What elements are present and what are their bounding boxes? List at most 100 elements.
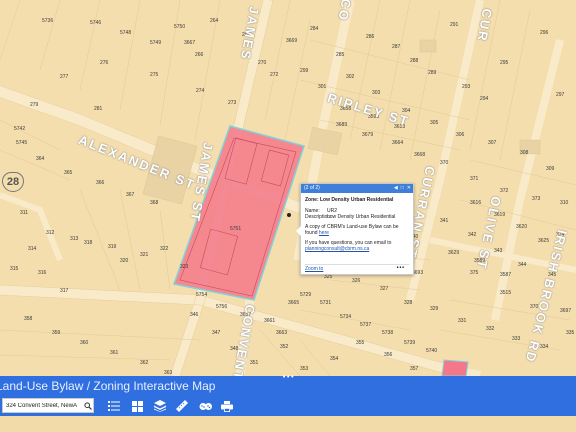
- lot-number-label: 5736: [42, 18, 54, 24]
- lot-number-label: 3679: [362, 132, 374, 138]
- lot-number-label: 286: [366, 34, 375, 40]
- zone-info-popup[interactable]: (2 of 2) ◀ □ ✕ Zone: Low Density Urban R…: [296, 183, 414, 275]
- lot-number-label: 346: [190, 312, 199, 318]
- more-actions-button[interactable]: •••: [397, 265, 405, 271]
- lot-number-label: 353: [300, 366, 309, 372]
- list-icon[interactable]: [107, 399, 121, 413]
- lot-number-label: 343: [494, 248, 503, 254]
- lot-number-label: 279: [30, 102, 39, 108]
- lot-number-label: 270: [258, 60, 267, 66]
- lot-number-label: 294: [480, 96, 489, 102]
- lot-number-label: 306: [456, 132, 465, 138]
- close-icon[interactable]: ✕: [407, 184, 411, 193]
- lot-number-label: 309: [546, 166, 555, 172]
- print-friends-icon[interactable]: [198, 399, 212, 413]
- map-view[interactable]: 5736 264 268 266 270 272 273 274 275 276 277 279 281…: [0, 0, 576, 376]
- lot-number-label: 276: [100, 60, 109, 66]
- lot-number-label: 5745: [16, 140, 28, 146]
- lot-number-label: 356: [384, 352, 393, 358]
- lot-number-label: 3669: [286, 38, 298, 44]
- lot-number-label: 3663: [276, 330, 288, 336]
- lot-number-label: 308: [520, 150, 529, 156]
- map-canvas[interactable]: [0, 0, 576, 376]
- search-box: [2, 398, 94, 413]
- search-icon[interactable]: [82, 399, 93, 412]
- lot-number-label: 354: [330, 356, 339, 362]
- measure-icon[interactable]: [175, 399, 189, 413]
- lot-number-label: 320: [120, 258, 129, 264]
- attribute-row-description: Description: Low Density Urban Residenti…: [305, 214, 409, 220]
- lot-number-label: 372: [500, 188, 509, 194]
- lot-number-label: 331: [458, 318, 467, 324]
- bylaw-link[interactable]: here: [319, 230, 329, 236]
- lot-number-label: 364: [36, 156, 45, 162]
- email-link[interactable]: planningconsult@cbrm.ns.ca: [305, 246, 369, 252]
- panel-grip-handle[interactable]: •••: [282, 374, 294, 381]
- lot-number-label: 5749: [150, 40, 162, 46]
- layers-icon[interactable]: [153, 399, 167, 413]
- lot-number-label: 303: [372, 90, 381, 96]
- lot-number-label: 375: [470, 270, 479, 276]
- lot-number-label: 273: [228, 100, 237, 106]
- lot-number-label: 3697: [560, 308, 572, 314]
- lot-number-label: 370: [440, 160, 449, 166]
- lot-number-label: 366: [96, 180, 105, 186]
- lot-number-label: 365: [64, 170, 73, 176]
- lot-number-label: 5740: [426, 348, 438, 354]
- bylaw-note: A copy of CBRM's Land-use Bylaw can be f…: [305, 224, 409, 236]
- lot-number-label: 327: [380, 286, 389, 292]
- lot-number-label: 3625: [538, 238, 550, 244]
- lot-number-label: 287: [392, 44, 401, 50]
- lot-number-label: 342: [468, 232, 477, 238]
- lot-number-label: 293: [462, 84, 471, 90]
- maximize-icon[interactable]: □: [401, 184, 404, 193]
- questions-note: If you have questions, you can email to …: [305, 240, 409, 252]
- lot-number-label: 3668: [414, 152, 426, 158]
- lot-number-label: 288: [410, 58, 419, 64]
- lot-number-label: 329: [430, 306, 439, 312]
- lot-number-label: 312: [46, 230, 55, 236]
- lot-number-label: 277: [60, 74, 69, 80]
- attribute-value: Low Density Urban Residential: [327, 214, 396, 220]
- lot-number-label: 333: [512, 336, 521, 342]
- popup-counter: (2 of 2): [304, 185, 320, 191]
- lot-number-label: 313: [70, 236, 79, 242]
- attribute-key: Description:: [305, 214, 332, 220]
- lot-number-label: 318: [84, 240, 93, 246]
- lot-number-label: 5731: [320, 300, 332, 306]
- lot-number-label: 357: [410, 366, 419, 372]
- basemap-gallery-icon[interactable]: [130, 399, 144, 413]
- lot-number-label: 307: [488, 140, 497, 146]
- lot-number-label: 341: [440, 218, 449, 224]
- lot-number-label: 5754: [196, 292, 208, 298]
- lot-number-label: 5746: [90, 20, 102, 26]
- lot-number-label: 351: [250, 360, 259, 366]
- lot-number-label: 335: [566, 330, 575, 336]
- lot-number-label: 296: [540, 30, 549, 36]
- lot-number-label: 316: [38, 270, 47, 276]
- lot-number-label: 302: [346, 74, 355, 80]
- lot-number-label: 5751: [230, 226, 242, 232]
- lot-number-label: 328: [404, 300, 413, 306]
- lot-number-label: 371: [470, 176, 479, 182]
- address-search-input[interactable]: [3, 402, 82, 409]
- lot-number-label: 362: [140, 360, 149, 366]
- lot-number-label: 373: [532, 196, 541, 202]
- lot-number-label: 319: [108, 244, 117, 250]
- previous-feature-icon[interactable]: ◀: [394, 184, 398, 193]
- lot-number-label: 5737: [360, 322, 372, 328]
- lot-number-label: 315: [10, 266, 19, 272]
- zoom-to-link[interactable]: Zoom to: [305, 266, 323, 272]
- lot-number-label: 314: [28, 246, 37, 252]
- popup-pointer: [296, 226, 301, 236]
- lot-number-label: 355: [356, 340, 365, 346]
- bottom-strip: [0, 416, 576, 432]
- print-icon[interactable]: [220, 399, 234, 413]
- lot-number-label: 322: [160, 246, 169, 252]
- lot-number-label: 332: [486, 326, 495, 332]
- lot-number-label: 284: [310, 26, 319, 32]
- popup-title: Zone: Low Density Urban Residential: [305, 197, 394, 203]
- lot-number-label: 5750: [174, 24, 186, 30]
- lot-number-label: 3665: [288, 300, 300, 306]
- lot-number-label: 3629: [448, 250, 460, 256]
